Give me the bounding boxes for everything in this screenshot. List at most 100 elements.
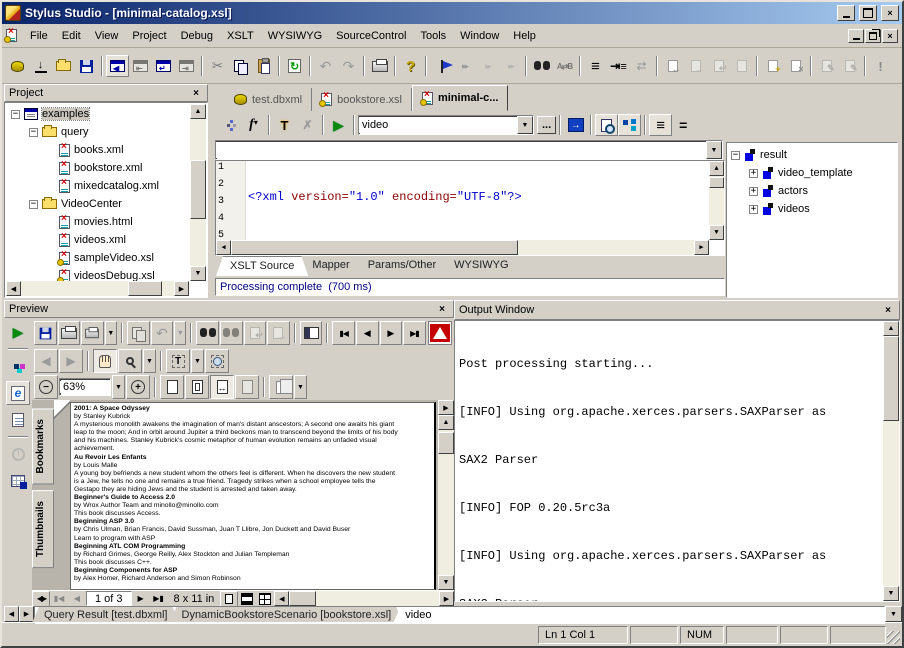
tree-item-result[interactable]: result (729, 146, 895, 164)
collapse-icon[interactable] (11, 110, 20, 119)
undo-icon[interactable] (314, 55, 337, 77)
highlight-text-icon[interactable] (273, 114, 296, 136)
scroll-right-icon[interactable] (174, 281, 189, 296)
scroll-tabs-left-icon[interactable] (4, 606, 19, 622)
fit-width-icon[interactable] (210, 375, 234, 399)
tab-dynamic-bookstore-scenario[interactable]: DynamicBookstoreScenario [bookstore.xsl] (170, 607, 404, 623)
tab-xslt-source[interactable]: XSLT Source (216, 256, 308, 276)
auto-indent-icon[interactable] (649, 114, 672, 136)
scroll-down-icon[interactable] (438, 575, 454, 590)
scroll-thumb[interactable] (190, 160, 206, 219)
window-copy-icon[interactable] (129, 55, 152, 77)
find-icon[interactable] (530, 55, 553, 77)
tree-view-icon[interactable] (6, 354, 30, 378)
scroll-down-icon[interactable] (883, 586, 899, 601)
menu-edit[interactable]: Edit (55, 27, 88, 45)
delete-mapping-icon[interactable] (784, 55, 807, 77)
scroll-thumb[interactable] (289, 591, 316, 606)
editor-vertical-scrollbar[interactable] (709, 161, 724, 240)
save-output-icon[interactable] (34, 321, 57, 345)
project-vertical-scrollbar[interactable] (190, 104, 206, 281)
chevron-down-icon[interactable]: ▼ (191, 349, 204, 373)
tab-test-dbxml[interactable]: test.dbxml (225, 88, 312, 111)
chevron-down-icon[interactable]: ▼ (517, 116, 533, 134)
replace-icon[interactable] (553, 55, 576, 77)
tree-item-videosdebug-xsl[interactable]: videosDebug.xsl (7, 267, 189, 281)
tree-item-examples[interactable]: examples (7, 105, 189, 123)
menu-view[interactable]: View (88, 27, 126, 45)
graphics-select-tool-icon[interactable] (205, 349, 229, 373)
scroll-thumb[interactable] (231, 240, 518, 255)
run-preview-icon[interactable] (6, 320, 30, 344)
expand-icon[interactable] (749, 187, 758, 196)
menu-wysiwyg[interactable]: WYSIWYG (261, 27, 329, 45)
scroll-down-icon[interactable] (885, 606, 902, 622)
scenario-combobox[interactable]: ▼ (358, 115, 534, 135)
xpath-input[interactable] (216, 142, 706, 158)
scroll-thumb[interactable] (128, 281, 162, 296)
output-vertical-scrollbar[interactable] (883, 321, 899, 601)
function-icon[interactable] (242, 114, 265, 136)
zoom-tool-icon[interactable] (118, 349, 142, 373)
cut-icon[interactable] (206, 55, 229, 77)
page-indicator[interactable]: 1 of 3 (86, 591, 132, 606)
scroll-up-icon[interactable] (438, 415, 454, 430)
previous-view-icon[interactable] (244, 321, 267, 345)
chevron-down-icon[interactable]: ▼ (294, 375, 307, 399)
convert-back-icon[interactable] (476, 55, 499, 77)
run-icon[interactable] (327, 114, 350, 136)
tree-item-movies-html[interactable]: movies.html (7, 213, 189, 231)
tab-minimal-catalog-xsl[interactable]: minimal-c... (412, 85, 509, 111)
preview-close-icon[interactable]: × (435, 303, 449, 316)
tree-item-bookstore-xml[interactable]: bookstore.xml (7, 159, 189, 177)
menu-file[interactable]: File (23, 27, 55, 45)
scroll-left-icon[interactable] (6, 281, 21, 296)
tab-mapper[interactable]: Mapper (298, 256, 363, 276)
print-output-icon[interactable] (58, 321, 81, 345)
next-page-icon[interactable] (380, 321, 403, 345)
maximize-button[interactable] (859, 5, 877, 21)
splitter-toggle-icon[interactable]: ◀▶ (32, 591, 50, 607)
collapse-icon[interactable] (29, 200, 38, 209)
project-horizontal-scrollbar[interactable] (6, 281, 189, 296)
browser-preview-icon[interactable] (6, 381, 30, 405)
line-spacing-icon[interactable] (672, 114, 695, 136)
close-button[interactable]: × (881, 5, 899, 21)
tree-item-videos[interactable]: videos (729, 200, 895, 218)
xpath-combobox[interactable]: ▼ (215, 140, 723, 160)
collapse-icon[interactable] (731, 151, 740, 160)
navigate-back-icon[interactable] (34, 349, 58, 373)
hand-tool-icon[interactable] (93, 349, 117, 373)
expand-icon[interactable] (749, 169, 758, 178)
mdi-minimize-button[interactable] (848, 29, 864, 43)
bookmark-flag-icon[interactable] (430, 55, 453, 77)
map-target-icon[interactable] (707, 55, 730, 77)
project-close-icon[interactable]: × (189, 87, 203, 100)
scroll-down-icon[interactable] (709, 225, 724, 240)
scroll-up-icon[interactable] (190, 104, 206, 119)
scroll-tabs-right-icon[interactable] (19, 606, 34, 622)
tree-item-videocenter[interactable]: VideoCenter (7, 195, 189, 213)
menu-sourcecontrol[interactable]: SourceControl (329, 27, 413, 45)
scroll-thumb[interactable] (883, 336, 899, 421)
tab-video[interactable]: video (393, 607, 443, 623)
show-bookmarks-icon[interactable] (300, 321, 323, 345)
refresh-document-icon[interactable] (283, 55, 306, 77)
goto-definition-icon[interactable]: → (564, 114, 587, 136)
tab-bookmarks[interactable]: Bookmarks (32, 408, 54, 484)
convert-all-icon[interactable] (499, 55, 522, 77)
next-view-icon[interactable] (267, 321, 290, 345)
minimize-button[interactable] (837, 5, 855, 21)
preview-result-icon[interactable] (595, 114, 618, 136)
scroll-right-icon[interactable] (694, 240, 709, 255)
zoom-level-input[interactable] (60, 381, 110, 393)
chevron-down-icon[interactable]: ▼ (143, 349, 156, 373)
scenario-input[interactable] (359, 117, 517, 133)
tree-item-mixedcatalog-xml[interactable]: mixedcatalog.xml (7, 177, 189, 195)
zoom-level-box[interactable] (59, 378, 111, 396)
menu-tools[interactable]: Tools (413, 27, 453, 45)
map-source-icon[interactable] (661, 55, 684, 77)
tab-query-result[interactable]: Query Result [test.dbxml] (32, 607, 180, 623)
redo-icon[interactable] (337, 55, 360, 77)
tree-item-books-xml[interactable]: books.xml (7, 141, 189, 159)
